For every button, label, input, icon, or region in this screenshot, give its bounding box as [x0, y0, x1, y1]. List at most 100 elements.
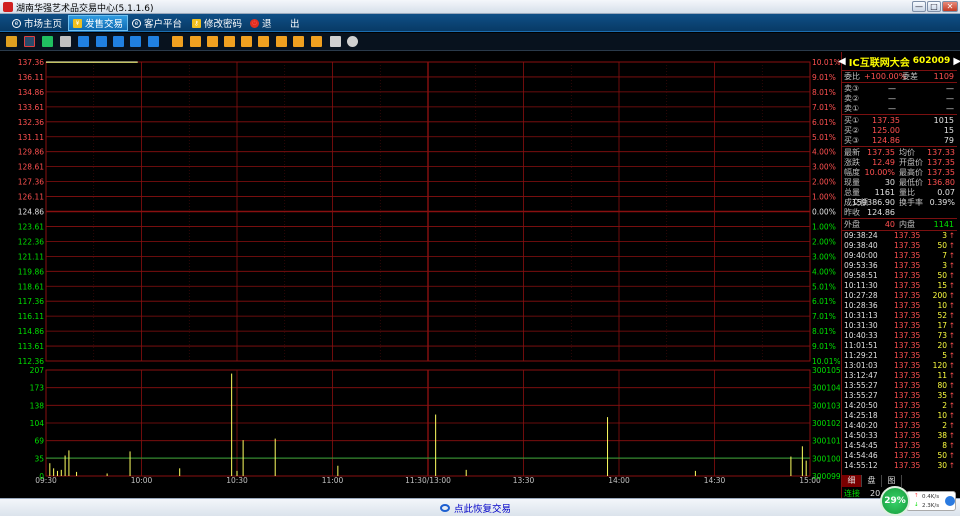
menu-client-platform[interactable]: e 客户平台 [128, 15, 186, 31]
percent-tick-label: 9.01% [812, 342, 836, 351]
cpu-percent: 29% [880, 486, 910, 516]
tab-orderbook[interactable]: 盘 [862, 475, 882, 487]
tab-detail[interactable]: 细 [842, 475, 862, 487]
panel-separator [842, 114, 957, 115]
order-icon-3[interactable] [207, 36, 218, 47]
ask-volume: — [946, 94, 954, 103]
next-stock-icon[interactable]: ▶ [953, 56, 960, 67]
ask-volume: — [946, 104, 954, 113]
quote-panel: ◀ IC互联网大会 602009 ▶ 委比 +100.00% 委差 1109 卖③ — — 卖… [838, 52, 960, 500]
price-tick-label: 129.86 [18, 148, 44, 157]
ask-row: 卖② — — [842, 94, 957, 104]
x-icon[interactable] [148, 36, 159, 47]
stat-value-2: 137.35 [927, 168, 955, 177]
outer-volume-value: 40 [884, 220, 895, 229]
percent-tick-label: 3.00% [812, 252, 836, 261]
stat-label-2: 均价 [899, 148, 915, 157]
order-icon-6[interactable] [258, 36, 269, 47]
prev-stock-icon[interactable]: ◀ [838, 56, 846, 67]
line-chart-icon[interactable] [24, 36, 35, 47]
up-arrow-icon: ↑ [948, 461, 955, 470]
order-icon-1[interactable] [172, 36, 183, 47]
tick-time: 13:12:47 [844, 371, 878, 380]
tick-price: 137.35 [894, 391, 921, 400]
price-tick-label: 126.11 [18, 193, 44, 202]
panel-separator [842, 70, 957, 71]
menu-market-home[interactable]: e 市场主页 [8, 15, 66, 31]
up-arrow-icon: ↑ [948, 251, 955, 260]
intraday-chart[interactable]: 137.36 10.01% 136.11 9.01% 134.86 8.01% 133.61… [4, 52, 840, 486]
close-button[interactable]: ✕ [942, 1, 958, 12]
ask-row: 卖③ — — [842, 84, 957, 94]
tick-time: 14:50:33 [844, 431, 878, 440]
table-icon[interactable] [113, 36, 124, 47]
menu-change-password[interactable]: ⚷ 修改密码 [188, 15, 246, 31]
tick-time: 09:53:36 [844, 261, 878, 270]
order-ratio-value: +100.00% [864, 72, 907, 81]
time-tick-label: 14:00 [608, 476, 630, 485]
window-icon[interactable] [60, 36, 71, 47]
volume-tick-label: 104 [30, 419, 45, 428]
up-arrow-icon: ↑ [948, 421, 955, 430]
detail-icon[interactable] [130, 36, 141, 47]
maximize-button[interactable]: □ [927, 1, 941, 12]
menu-exit[interactable]: ⏻ 退 [246, 15, 276, 31]
volume-tick-label: 35 [34, 454, 44, 463]
order-icon-4[interactable] [224, 36, 235, 47]
stock-code: 602009 [912, 56, 951, 66]
tick-time: 10:28:36 [844, 301, 878, 310]
panel-separator [842, 218, 957, 219]
tick-price: 137.35 [894, 421, 921, 430]
bar-chart-icon[interactable] [6, 36, 17, 47]
stock-name: IC互联网大会 [848, 57, 910, 69]
grid-icon[interactable] [96, 36, 107, 47]
stat-label-2: 最高价 [899, 168, 923, 177]
ask-price: — [888, 104, 896, 113]
download-speed: 2.3K/s [922, 503, 940, 509]
tick-volume: 3 [942, 261, 947, 270]
trade-tick-row: 10:40:33 137.35 73 ↑ [842, 331, 957, 341]
time-tick-label: 13:30 [513, 476, 535, 485]
bid-label: 买③ [844, 136, 860, 145]
tick-volume: 2 [942, 421, 947, 430]
tick-time: 14:54:45 [844, 441, 878, 450]
menu-bar: e 市场主页 ¥ 发售交易 e 客户平台 ⚷ 修改密码 ⏻ 退 出 [0, 14, 960, 32]
candlestick-icon[interactable] [42, 36, 53, 47]
stat-value-2: 137.35 [927, 158, 955, 167]
price-tick-label: 123.61 [18, 222, 44, 231]
tick-price: 137.35 [894, 301, 921, 310]
menu-exit-2[interactable]: 出 [286, 15, 304, 31]
draw-icon[interactable] [330, 36, 341, 47]
gear-icon[interactable] [347, 36, 358, 47]
tick-volume: 35 [937, 391, 947, 400]
filter-icon[interactable] [311, 36, 322, 47]
tick-volume: 10 [937, 301, 947, 310]
restore-trade-link[interactable]: 点此恢复交易 [440, 501, 511, 515]
tick-time: 10:40:33 [844, 331, 878, 340]
tick-time: 14:54:46 [844, 451, 878, 460]
list-icon[interactable] [78, 36, 89, 47]
price-tick-label: 124.86 [18, 208, 44, 217]
up-arrow-icon: ↑ [948, 381, 955, 390]
volume-tick-label: 207 [30, 366, 45, 375]
stat-value-2: 0.39% [929, 198, 955, 207]
download-arrow-icon: ↓ [914, 502, 919, 508]
order-icon-7[interactable] [276, 36, 287, 47]
order-icon-8[interactable] [293, 36, 304, 47]
up-arrow-icon: ↑ [948, 391, 955, 400]
bid-price: 125.00 [872, 126, 900, 135]
minimize-button[interactable]: — [912, 1, 926, 12]
up-arrow-icon: ↑ [948, 451, 955, 460]
tick-price: 137.35 [894, 451, 921, 460]
volume-tick-label: 69 [34, 437, 44, 446]
stat-label: 最新 [844, 148, 860, 157]
order-icon-2[interactable] [190, 36, 201, 47]
order-icon-5[interactable] [241, 36, 252, 47]
menu-issue-trade[interactable]: ¥ 发售交易 [68, 15, 129, 31]
tick-time: 09:38:24 [844, 231, 878, 240]
bid-price: 137.35 [872, 116, 900, 125]
price-tick-label: 121.11 [18, 252, 44, 261]
network-monitor[interactable]: ↑ 0.4K/s ↓ 2.3K/s 29% [880, 486, 958, 516]
time-tick-label: 10:00 [131, 476, 153, 485]
percent-tick-label: 5.01% [812, 133, 836, 142]
